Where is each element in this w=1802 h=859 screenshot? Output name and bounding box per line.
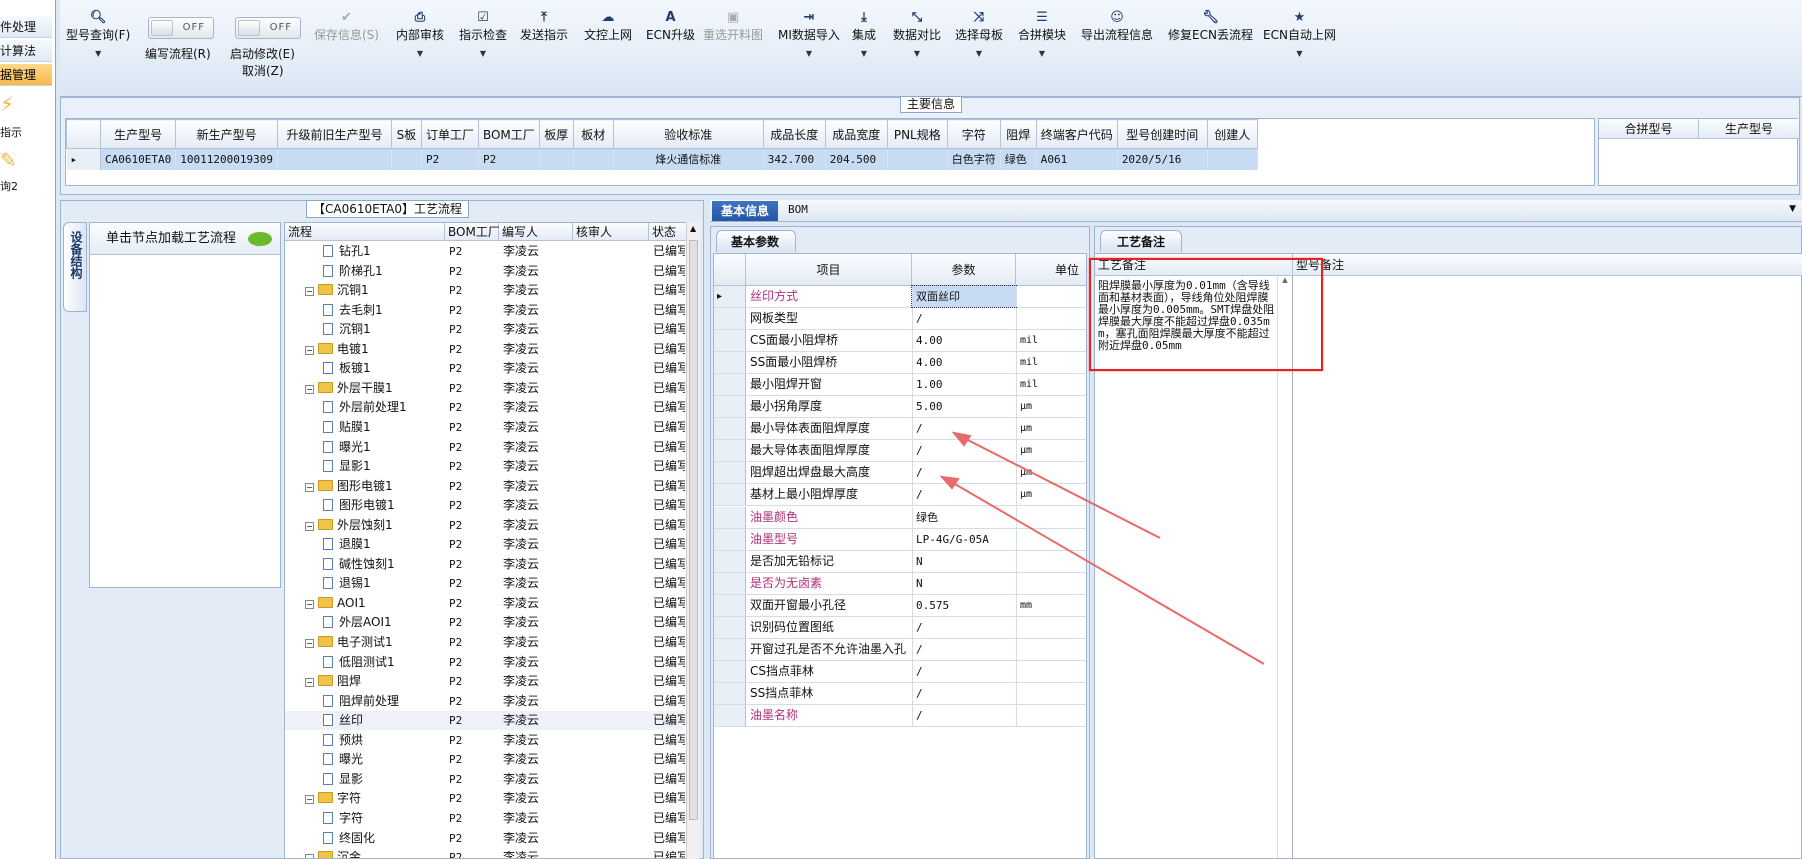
arrowhead bbox=[951, 431, 972, 447]
arrow-line bbox=[947, 479, 1265, 665]
arrowhead bbox=[939, 475, 960, 490]
arrow-line bbox=[959, 435, 1161, 539]
annotation-arrows bbox=[939, 431, 1265, 665]
